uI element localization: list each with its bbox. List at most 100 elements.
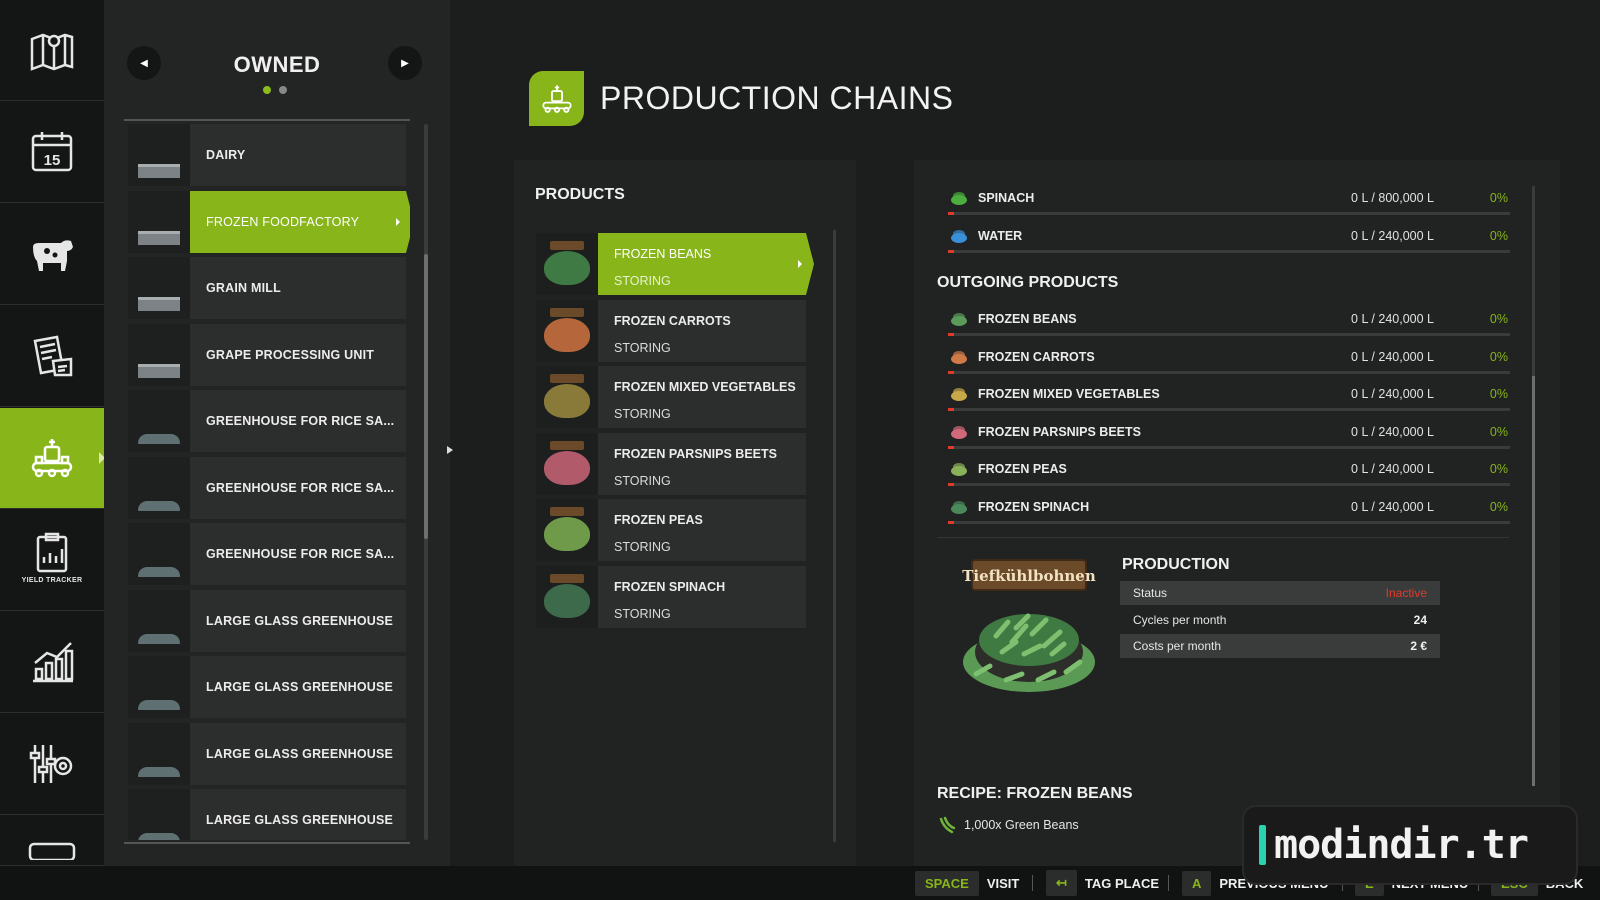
product-text: FROZEN BEANS STORING [598, 233, 806, 295]
resource-name: FROZEN PEAS [978, 462, 1067, 476]
product-status: STORING [614, 607, 671, 621]
product-status: STORING [614, 540, 671, 555]
owned-scrollbar[interactable] [424, 124, 428, 840]
owned-item[interactable]: GRAIN MILL [128, 257, 406, 319]
product-item[interactable]: FROZEN PEAS STORING [536, 499, 806, 562]
product-item[interactable]: FROZEN SPINACH STORING [536, 566, 806, 628]
fill-level [948, 212, 954, 215]
owned-item[interactable]: FROZEN FOODFACTORY [128, 190, 410, 253]
rail-help[interactable] [0, 816, 104, 866]
production-info-row: Costs per month 2 € [1120, 634, 1440, 658]
resource-name: FROZEN CARROTS [978, 349, 1095, 364]
page-dot[interactable] [263, 86, 271, 94]
product-item[interactable]: FROZEN CARROTS STORING [536, 299, 806, 362]
owned-item[interactable]: GREENHOUSE FOR RICE SA... [128, 456, 406, 519]
resource-percent: 0% [1489, 191, 1508, 205]
owned-item[interactable]: LARGE GLASS GREENHOUSE [128, 589, 406, 652]
resource-amount: 0 L / 240,000 L [1351, 387, 1434, 401]
fill-level [948, 408, 954, 411]
product-bowl-icon [544, 317, 590, 352]
rail-settings[interactable] [0, 714, 104, 815]
details-scrollbar[interactable] [1532, 186, 1535, 786]
info-value: Inactive [1385, 586, 1427, 600]
resource-amount: 0 L / 240,000 L [1351, 228, 1434, 243]
hint-tag-place[interactable]: ↤ TAG PLACE [1046, 866, 1159, 900]
building-thumbnail [128, 124, 190, 186]
info-value: 2 € [1410, 639, 1427, 653]
fill-level [948, 520, 954, 524]
owned-item[interactable]: LARGE GLASS GREENHOUSE [128, 789, 406, 840]
collapse-panel-toggle[interactable] [447, 446, 453, 454]
building-icon [138, 363, 180, 378]
building-icon [138, 230, 180, 245]
svg-text:Tiefkühlbohnen: Tiefkühlbohnen [962, 567, 1096, 585]
product-status: STORING [614, 407, 671, 422]
scrollbar-thumb[interactable] [424, 254, 428, 539]
resource-row: FROZEN CARROTS 0 L / 240,000 L 0% [948, 345, 1510, 382]
owned-item-label: GREENHOUSE FOR RICE SA... [206, 547, 395, 561]
product-bowl-icon [544, 584, 590, 618]
active-pointer [406, 190, 410, 253]
outgoing-title: OUTGOING PRODUCTS [937, 274, 1119, 291]
production-icon [31, 439, 73, 478]
owned-item[interactable]: GREENHOUSE FOR RICE SA... [128, 390, 406, 452]
product-name: FROZEN BEANS [614, 247, 712, 261]
fill-level [948, 483, 954, 486]
owned-item-label: GRAIN MILL [206, 281, 281, 295]
caret-right-icon [396, 217, 400, 226]
building-icon [138, 434, 180, 444]
production-title: PRODUCTION [1122, 556, 1230, 573]
production-info-row: Status Inactive [1120, 581, 1440, 605]
rail-yield-tracker[interactable]: YIELD TRACKER [0, 510, 104, 611]
product-thumbnail [536, 233, 598, 295]
resource-percent: 0% [1489, 462, 1508, 476]
resource-percent: 0% [1489, 228, 1508, 243]
product-bowl-icon [544, 517, 590, 552]
building-icon [138, 633, 180, 644]
product-item[interactable]: FROZEN PARSNIPS BEETS STORING [536, 432, 806, 495]
rail-production[interactable] [0, 408, 105, 509]
building-thumbnail [128, 656, 190, 718]
owned-item[interactable]: LARGE GLASS GREENHOUSE [128, 656, 406, 718]
hint-visit[interactable]: SPACE VISIT [915, 866, 1019, 900]
rail-calendar[interactable]: 15 [0, 102, 104, 203]
product-status: STORING [614, 473, 671, 488]
resource-row: FROZEN PARSNIPS BEETS 0 L / 240,000 L 0% [948, 420, 1510, 457]
rail-statistics[interactable] [0, 612, 104, 713]
fill-level-bar [948, 483, 1510, 486]
scrollbar-thumb[interactable] [1532, 376, 1535, 786]
owned-item[interactable]: GREENHOUSE FOR RICE SA... [128, 523, 406, 585]
fill-level-bar [948, 333, 1510, 336]
products-scrollbar[interactable] [833, 230, 836, 842]
rail-map[interactable] [0, 0, 104, 101]
product-item[interactable]: FROZEN BEANS STORING [536, 233, 814, 295]
owned-next-button[interactable]: ▶ [388, 46, 422, 80]
resource-percent: 0% [1489, 387, 1508, 401]
owned-item[interactable]: LARGE GLASS GREENHOUSE [128, 722, 406, 785]
product-name: FROZEN PARSNIPS BEETS [614, 446, 777, 461]
key-badge: ↤ [1046, 870, 1077, 896]
building-thumbnail [128, 523, 190, 585]
resource-icon [950, 349, 968, 365]
building-icon [138, 500, 180, 511]
resource-icon [950, 190, 968, 206]
owned-item[interactable]: DAIRY [128, 124, 406, 186]
resource-amount: 0 L / 240,000 L [1351, 349, 1434, 364]
rail-animals[interactable] [0, 204, 104, 305]
resource-amount: 0 L / 240,000 L [1351, 462, 1434, 476]
owned-item-label: GREENHOUSE FOR RICE SA... [206, 480, 395, 495]
product-item[interactable]: FROZEN MIXED VEGETABLES STORING [536, 366, 806, 429]
product-tag [550, 507, 584, 517]
product-tag [550, 307, 584, 317]
rail-contracts[interactable] [0, 306, 104, 407]
resource-icon [950, 228, 968, 244]
owned-item[interactable]: GRAPE PROCESSING UNIT [128, 323, 406, 386]
product-name: FROZEN SPINACH [614, 580, 726, 594]
production-info-row: Cycles per month 24 [1120, 608, 1440, 632]
triangle-right-icon: ▶ [401, 57, 409, 69]
page-dot[interactable] [279, 86, 287, 94]
resource-name: WATER [978, 228, 1023, 243]
resource-name: SPINACH [978, 191, 1035, 205]
page-title: PRODUCTION CHAINS [600, 80, 954, 116]
product-tag [550, 374, 584, 384]
